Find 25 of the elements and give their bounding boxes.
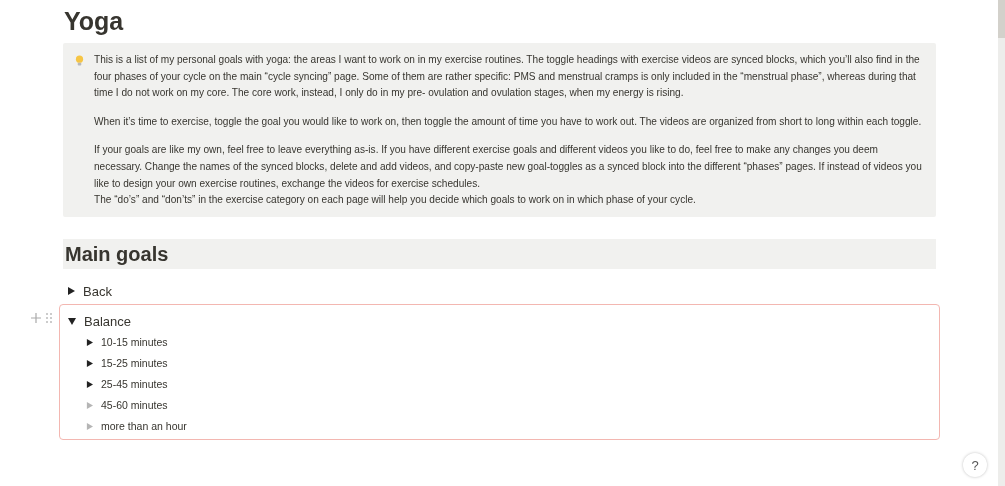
toggle-triangle-icon[interactable] [67, 287, 75, 296]
scrollbar[interactable] [998, 0, 1005, 486]
lightbulb-icon [75, 55, 84, 66]
toggle-heading[interactable]: Back [83, 283, 112, 299]
toggle-triangle-icon[interactable] [68, 317, 76, 326]
toggle-heading[interactable]: Balance [84, 313, 131, 329]
toggle-triangle-icon[interactable] [86, 422, 93, 430]
scrollbar-thumb[interactable] [998, 0, 1005, 38]
toggle-item[interactable]: more than an hour [101, 420, 187, 433]
toggle-triangle-icon[interactable] [86, 338, 93, 346]
toggle-item[interactable]: 45-60 minutes [101, 399, 168, 412]
toggle-item[interactable]: 25-45 minutes [101, 378, 168, 391]
callout-paragraph: When it’s time to exercise, toggle the goal you would like to work on, then toggle the amount of time you have to work out. The videos are organized from short to long within each toggle. [94, 114, 923, 129]
page-title: Yoga [64, 6, 125, 36]
callout-paragraph: If your goals are like my own, feel free to leave everything as-is. If you have different exercise goals and different videos you like to do, feel free to make any changes you deem necessary. Change the names of the synced blocks, delete and add videos, and copy-paste new goal-toggles as a synced block into the different “phases” pages. If instead of videos you like to design your own exercise routines, exchange the videos for exercise schedules. The “do’s” and “don’ts” in the exercise category on each page will help you decide which goals to work on in which phase of your cycle. [94, 143, 923, 208]
help-button[interactable]: ? [963, 453, 987, 477]
toggle-triangle-icon[interactable] [86, 401, 93, 409]
toggle-item[interactable]: 15-25 minutes [101, 357, 168, 370]
toggle-item[interactable]: 10-15 minutes [101, 336, 168, 349]
callout-paragraph: This is a list of my personal goals with yoga: the areas I want to work on in my exercise routines. The toggle headings with exercise videos are synced blocks, which you’ll also find in the four phases of your cycle on the main “cycle syncing” page. Some of them are rather specific: PMS and menstrual cramps is only included in the “menstrual phase”, whereas during that time I do not work on my core. The core work, instead, I only do in my pre- ovulation and ovulation stages, when my energy is rising. [94, 53, 921, 101]
toggle-triangle-icon[interactable] [86, 359, 93, 367]
plus-icon[interactable] [31, 312, 41, 323]
drag-handle-icon[interactable] [46, 312, 52, 323]
section-heading: Main goals [63, 238, 936, 269]
toggle-triangle-icon[interactable] [86, 380, 93, 388]
